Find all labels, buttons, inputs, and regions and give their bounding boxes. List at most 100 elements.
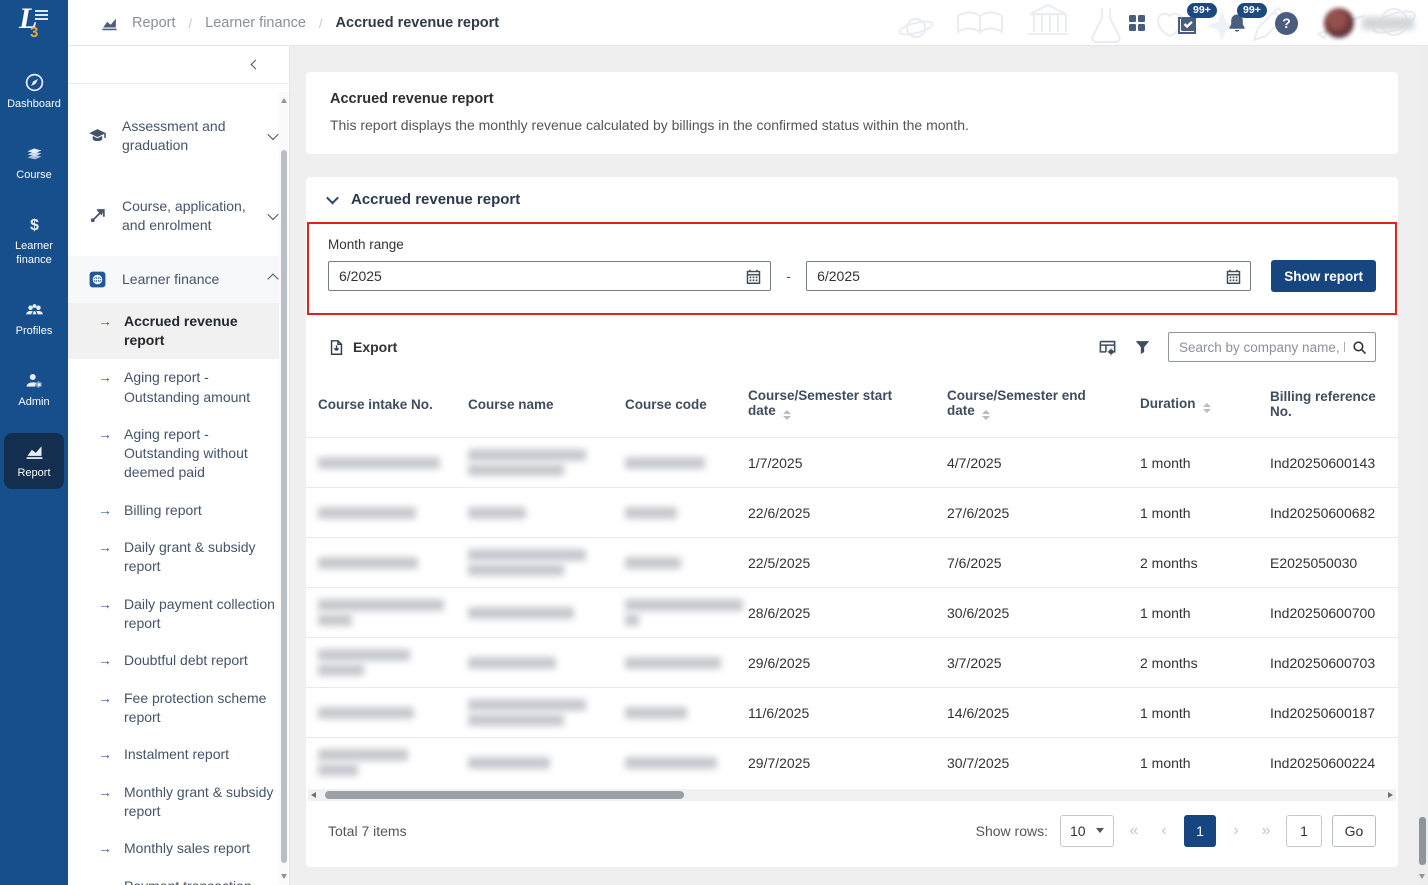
last-page-button[interactable]: » xyxy=(1256,822,1276,840)
horizontal-scrollbar-thumb[interactable] xyxy=(325,791,684,799)
calendar-icon[interactable] xyxy=(1225,268,1242,285)
tasks-icon[interactable]: 99+ xyxy=(1175,11,1199,35)
sidebar-item-daily-grant-subsidy-report[interactable]: →Daily grant & subsidy report xyxy=(68,529,289,586)
column-header: Course intake No. xyxy=(306,374,456,438)
tasks-badge: 99+ xyxy=(1187,3,1217,18)
sidebar-item-label: Fee protection scheme report xyxy=(124,689,279,728)
rail-item-dashboard[interactable]: Dashboard xyxy=(4,64,64,120)
column-header[interactable]: Duration xyxy=(1128,374,1258,438)
sidebar-item-monthly-sales-report[interactable]: →Monthly sales report xyxy=(68,830,289,867)
sidebar-group-assessment-and-graduation[interactable]: Assessment and graduation xyxy=(68,96,289,176)
grad-cap-icon xyxy=(88,126,107,145)
sidebar-item-label: Aging report - Outstanding without deeme… xyxy=(124,425,279,483)
sidebar-group-label: Learner finance xyxy=(122,270,254,289)
sidebar-item-aging-report-outstanding-amount[interactable]: →Aging report - Outstanding amount xyxy=(68,359,289,416)
sidebar-item-fee-protection-scheme-report[interactable]: →Fee protection scheme report xyxy=(68,680,289,737)
current-page-button[interactable]: 1 xyxy=(1184,815,1216,847)
search-input[interactable] xyxy=(1169,333,1375,361)
sidebar-scrollbar[interactable] xyxy=(279,92,289,885)
apps-grid-icon[interactable] xyxy=(1125,11,1149,35)
redacted-cell xyxy=(456,638,613,688)
sidebar-item-billing-report[interactable]: →Billing report xyxy=(68,492,289,529)
export-button[interactable]: Export xyxy=(328,339,397,356)
rail-item-admin[interactable]: Admin xyxy=(4,362,64,418)
search-field xyxy=(1168,332,1376,362)
help-icon[interactable]: ? xyxy=(1275,12,1298,35)
sidebar-item-aging-report-outstanding-without-deemed-paid[interactable]: →Aging report - Outstanding without deem… xyxy=(68,416,289,492)
arrow-right-icon: → xyxy=(98,501,112,520)
month-from-input[interactable] xyxy=(329,262,770,290)
export-label: Export xyxy=(353,339,397,355)
user-menu[interactable] xyxy=(1324,8,1414,38)
column-settings-icon[interactable] xyxy=(1098,338,1117,357)
next-page-button[interactable]: › xyxy=(1226,822,1246,840)
rail-item-label: Report xyxy=(17,467,50,480)
sidebar-group-course-application-and-enrolment[interactable]: Course, application, and enrolment xyxy=(68,176,289,256)
sidebar-item-instalment-report[interactable]: →Instalment report xyxy=(68,736,289,773)
sidebar-item-label: Doubtful debt report xyxy=(124,651,248,670)
arrow-right-icon: → xyxy=(98,783,112,802)
table-horizontal-scrollbar[interactable] xyxy=(308,789,1396,801)
rail-item-course[interactable]: Course xyxy=(4,135,64,191)
breadcrumb-current-page: Accrued revenue report xyxy=(336,15,500,31)
sort-icon[interactable] xyxy=(982,410,990,420)
column-header[interactable]: Course/Semester end date xyxy=(935,374,1128,438)
end-date-cell: 27/6/2025 xyxy=(935,488,1128,538)
topbar: Report / Learner finance / Accrued reven… xyxy=(68,0,1428,46)
page-scrollbar-thumb[interactable] xyxy=(1419,817,1426,865)
scroll-up-icon[interactable] xyxy=(281,98,287,103)
start-date-cell: 11/6/2025 xyxy=(736,688,935,738)
sidebar-scrollbar-thumb[interactable] xyxy=(281,150,287,863)
rail-item-learner-finance[interactable]: $Learner finance xyxy=(4,206,64,275)
report-table: Course intake No.Course nameCourse codeC… xyxy=(306,374,1398,788)
sidebar-collapse-icon[interactable] xyxy=(251,60,261,70)
sidebar-item-daily-payment-collection-report[interactable]: →Daily payment collection report xyxy=(68,586,289,643)
sidebar-item-accrued-revenue-report[interactable]: →Accrued revenue report xyxy=(68,303,289,360)
people-icon xyxy=(24,299,45,320)
show-rows-label: Show rows: xyxy=(976,823,1048,839)
go-button[interactable]: Go xyxy=(1332,815,1376,847)
scroll-right-icon[interactable] xyxy=(1388,792,1393,798)
column-header: Billing reference No. xyxy=(1258,374,1398,438)
arrow-right-icon: → xyxy=(98,368,112,387)
search-icon[interactable] xyxy=(1351,339,1368,356)
rows-per-page-select[interactable]: 10 xyxy=(1060,815,1114,847)
breadcrumb-learner-finance[interactable]: Learner finance xyxy=(205,15,306,31)
page-number-input[interactable] xyxy=(1286,815,1322,847)
breadcrumb: Report / Learner finance / Accrued reven… xyxy=(100,0,499,46)
sidebar-item-payment-transaction-report[interactable]: →Payment transaction report xyxy=(68,868,289,885)
rail-item-profiles[interactable]: Profiles xyxy=(4,291,64,347)
page-scrollbar[interactable] xyxy=(1417,46,1428,885)
app-logo[interactable]: L 3 xyxy=(0,0,68,46)
sidebar-item-label: Daily grant & subsidy report xyxy=(124,538,279,577)
filter-section-header[interactable]: Accrued revenue report xyxy=(306,177,1398,222)
range-separator: - xyxy=(771,268,806,284)
show-report-button[interactable]: Show report xyxy=(1271,260,1376,292)
report-card: Accrued revenue report Month range - Sho… xyxy=(306,177,1398,867)
month-to-input[interactable] xyxy=(807,262,1250,290)
redacted-cell xyxy=(456,588,613,638)
previous-page-button[interactable]: ‹ xyxy=(1154,822,1174,840)
avatar xyxy=(1324,8,1354,38)
breadcrumb-report[interactable]: Report xyxy=(132,15,176,31)
column-header-label: Course/Semester end date xyxy=(947,388,1086,418)
sidebar-item-monthly-grant-subsidy-report[interactable]: →Monthly grant & subsidy report xyxy=(68,774,289,831)
scroll-down-icon[interactable] xyxy=(1419,874,1425,879)
column-header[interactable]: Course/Semester start date xyxy=(736,374,935,438)
rail-item-report[interactable]: Report xyxy=(4,433,64,489)
sort-icon[interactable] xyxy=(783,410,791,420)
notifications-bell-icon[interactable]: 99+ xyxy=(1225,11,1249,35)
scroll-down-icon[interactable] xyxy=(281,874,287,879)
first-page-button[interactable]: « xyxy=(1124,822,1144,840)
month-range-row: - Show report xyxy=(328,260,1376,292)
export-icon xyxy=(328,339,345,356)
scroll-left-icon[interactable] xyxy=(311,792,316,798)
billing-ref-cell: Ind20250600224 xyxy=(1258,738,1398,788)
sort-icon[interactable] xyxy=(1203,403,1211,413)
rail-item-label: Admin xyxy=(18,396,49,409)
filter-icon[interactable] xyxy=(1133,338,1152,357)
column-header-label: Course code xyxy=(625,397,707,412)
sidebar-item-doubtful-debt-report[interactable]: →Doubtful debt report xyxy=(68,642,289,679)
sidebar-group-learner-finance[interactable]: Learner finance xyxy=(68,256,289,303)
calendar-icon[interactable] xyxy=(745,268,762,285)
